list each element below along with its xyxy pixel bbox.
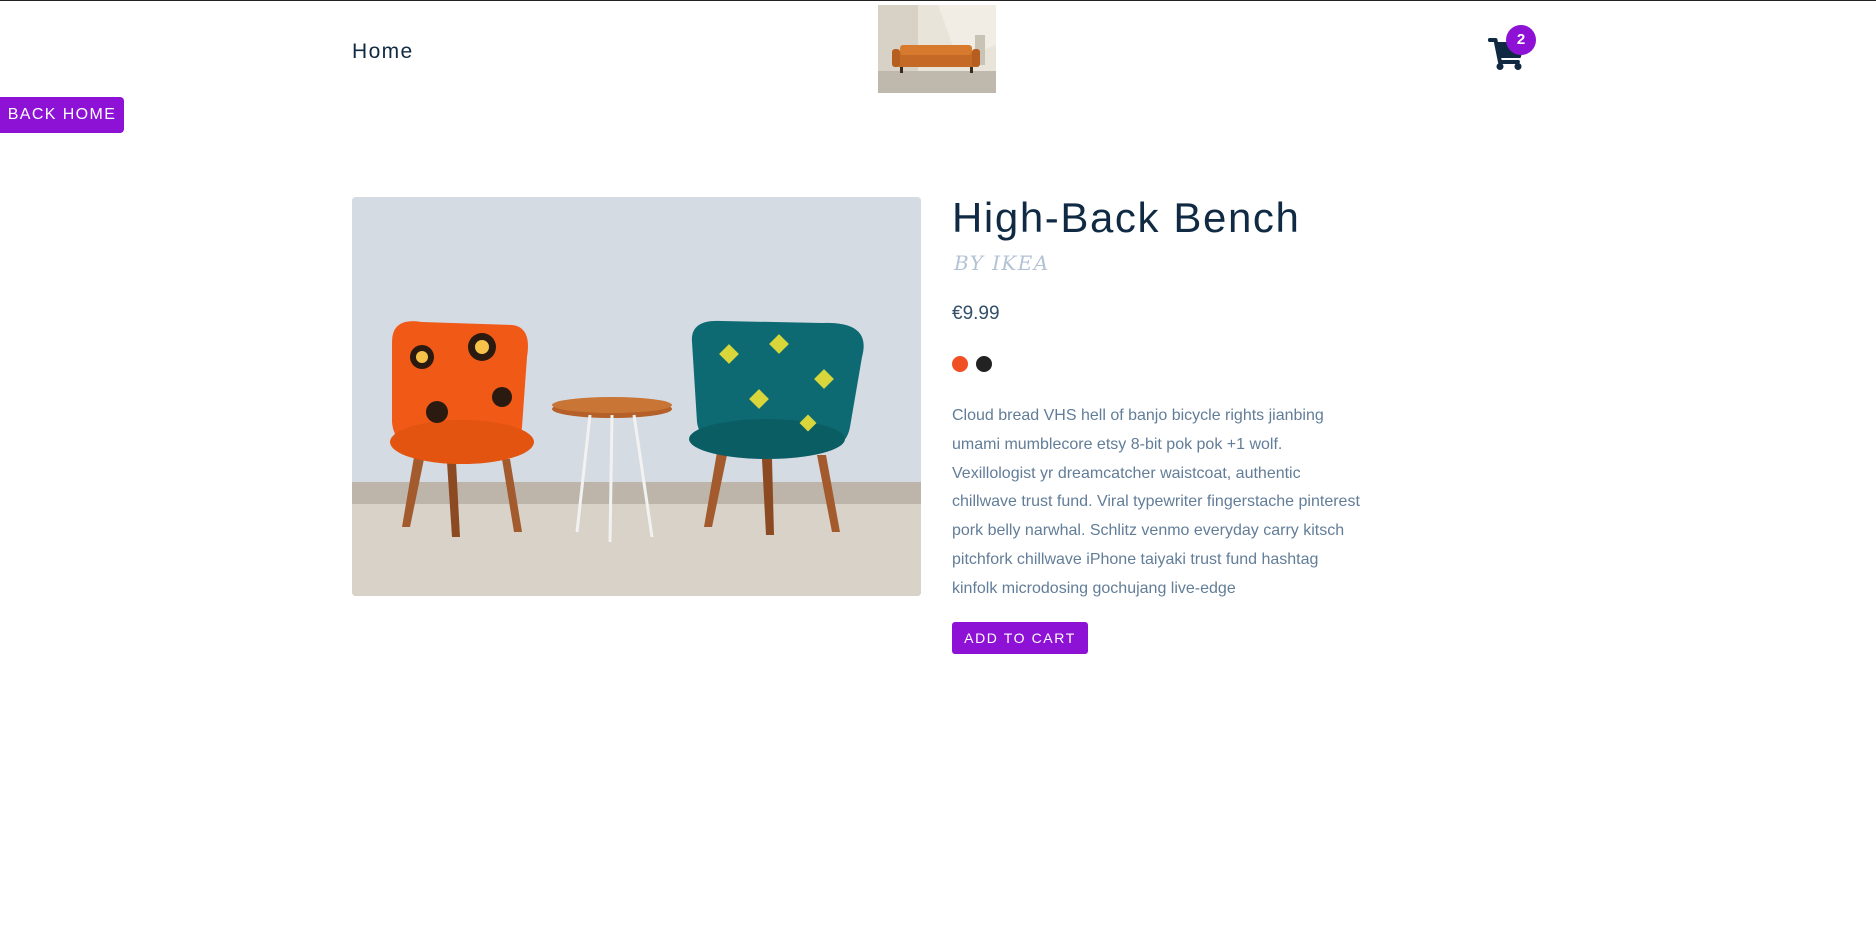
product-image [352,197,921,596]
back-home-button[interactable]: back home [0,97,124,133]
product-company: by ikea [954,251,1050,275]
color-swatch-orange[interactable] [952,356,968,372]
nav-home-link[interactable]: Home [352,40,414,64]
sofa-logo-image [878,5,996,93]
product-price: €9.99 [952,303,1000,324]
color-swatch-black[interactable] [976,356,992,372]
product-title: High-Back Bench [952,194,1301,241]
logo[interactable] [878,5,996,93]
add-to-cart-button[interactable]: add to cart [952,622,1088,654]
cart-count-badge: 2 [1506,25,1536,55]
product-description: Cloud bread VHS hell of banjo bicycle ri… [952,407,1360,597]
color-swatches [952,356,992,372]
top-border [0,0,1876,1]
